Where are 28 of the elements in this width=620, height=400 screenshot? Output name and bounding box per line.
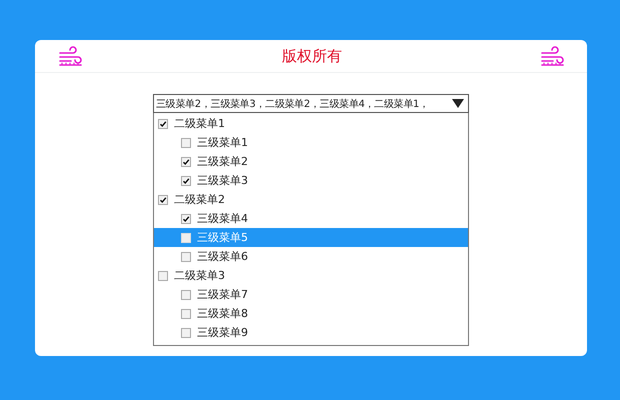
tree-item[interactable]: 三级菜单6 (154, 247, 468, 266)
tree-item[interactable]: 三级菜单8 (154, 304, 468, 323)
checkbox[interactable] (181, 252, 191, 262)
checkbox[interactable] (158, 118, 168, 128)
checkbox[interactable] (181, 176, 191, 186)
tree-select-field[interactable]: 三级菜单2，三级菜单3，二级菜单2，三级菜单4，二级菜单1， (153, 94, 469, 113)
tree-item[interactable]: 三级菜单7 (154, 285, 468, 304)
checkbox[interactable] (181, 308, 191, 318)
checkbox[interactable] (181, 156, 191, 166)
wind-icon (59, 46, 83, 66)
checkbox[interactable] (181, 290, 191, 300)
tree-item[interactable]: 三级菜单3 (154, 171, 468, 190)
dropdown-arrow-icon[interactable] (452, 99, 464, 108)
checkbox[interactable] (158, 270, 168, 280)
checkbox[interactable] (181, 328, 191, 338)
tree-item[interactable]: 三级菜单4 (154, 209, 468, 228)
checkbox[interactable] (158, 194, 168, 204)
checkbox[interactable] (181, 138, 191, 148)
tree-item[interactable]: 二级菜单2 (154, 190, 468, 209)
tree-item[interactable]: 三级菜单9 (154, 323, 468, 342)
tree-item[interactable]: 三级菜单1 (154, 133, 468, 152)
wind-icon (541, 46, 565, 66)
page-title: 版权所有 (282, 46, 342, 66)
tree-item[interactable]: 二级菜单1 (154, 114, 468, 133)
selected-values: 三级菜单2，三级菜单3，二级菜单2，三级菜单4，二级菜单1， (156, 98, 430, 110)
tree-item[interactable]: 三级菜单2 (154, 152, 468, 171)
checkbox[interactable] (181, 214, 191, 224)
tree-item[interactable]: 二级菜单3 (154, 266, 468, 285)
